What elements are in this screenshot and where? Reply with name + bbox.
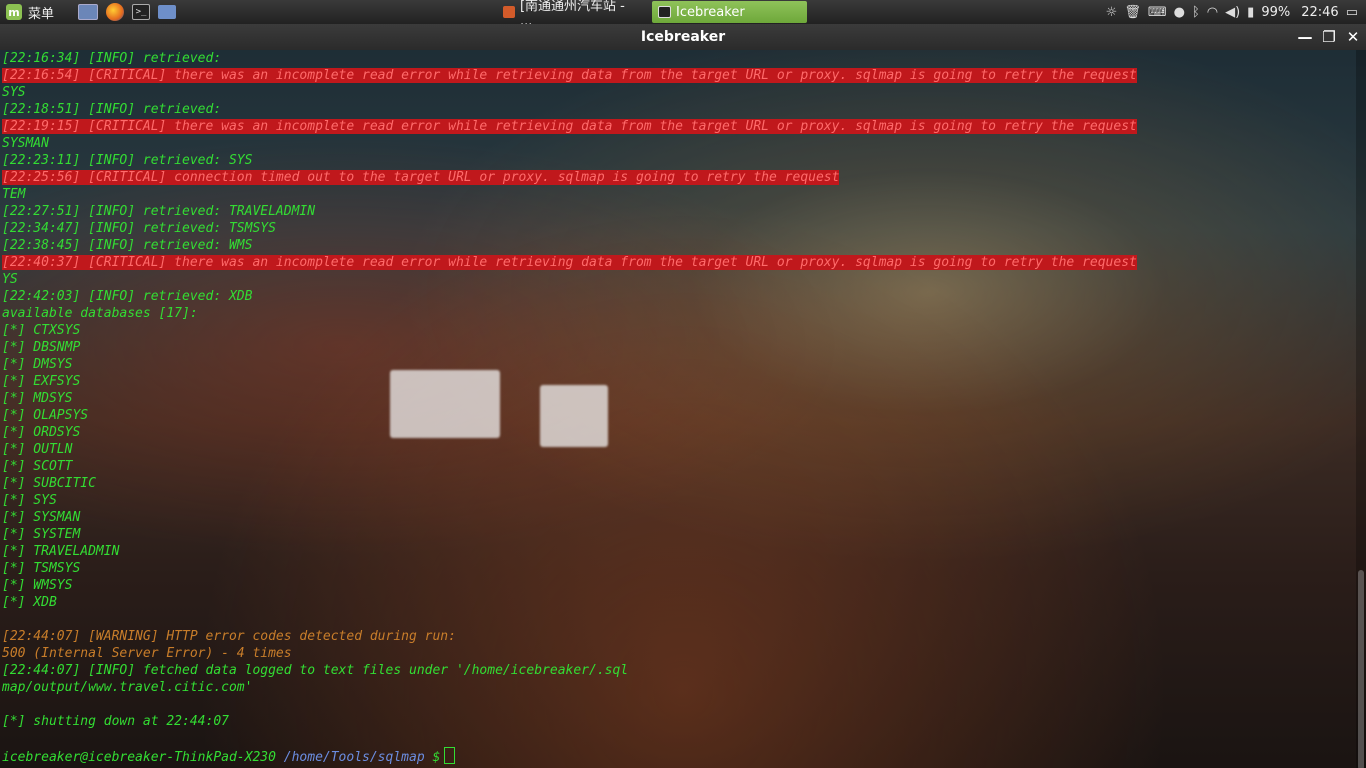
terminal-line: [22:44:07] [INFO] fetched data logged to… (2, 663, 629, 678)
terminal-line: [22:16:34] [INFO] retrieved: (2, 51, 229, 66)
terminal-line: [*] TRAVELADMIN (2, 544, 120, 559)
terminal-line: [*] CTXSYS (2, 323, 81, 338)
critical-message: [22:40:37] [CRITICAL] there was an incom… (2, 255, 1137, 270)
terminal-line: 500 (Internal Server Error) - 4 times (2, 646, 292, 661)
terminal-line: SYS (2, 85, 26, 100)
system-tray: ☼ 🗑 ⌨ ● ᛒ ◠ ◀) ▮ 99% 22:46 ▭ (1106, 0, 1358, 24)
top-panel: m 菜单 >_ [南通通州汽车站 - ... Icebreaker ☼ 🗑 ⌨ … (0, 0, 1366, 29)
scrollbar[interactable] (1356, 50, 1366, 768)
terminal-line: [*] SUBCITIC (2, 476, 96, 491)
prompt-user: icebreaker@icebreaker-ThinkPad-X230 (2, 750, 276, 765)
brightness-icon[interactable]: ☼ (1106, 5, 1118, 20)
bluetooth-icon[interactable]: ᛒ (1192, 5, 1200, 20)
critical-message: [22:19:15] [CRITICAL] there was an incom… (2, 119, 1137, 134)
terminal-line: [22:23:11] [INFO] retrieved: SYS (2, 153, 253, 168)
terminal-line: [*] WMSYS (2, 578, 73, 593)
critical-message: [22:16:54] [CRITICAL] there was an incom… (2, 68, 1137, 83)
terminal-line: [*] shutting down at 22:44:07 (2, 714, 229, 729)
terminal-line: [22:38:45] [INFO] retrieved: WMS (2, 238, 253, 253)
menu-label: 菜单 (28, 6, 55, 22)
window-title: Icebreaker (640, 29, 726, 45)
terminal-line: [22:40:37] [CRITICAL] there was an incom… (2, 254, 1356, 271)
wifi-icon[interactable]: ◠ (1207, 5, 1218, 20)
close-icon[interactable]: ✕ (1344, 28, 1362, 46)
terminal-line: [*] OUTLN (2, 442, 73, 457)
terminal-line: [*] DMSYS (2, 357, 73, 372)
terminal-line: [*] MDSYS (2, 391, 73, 406)
battery-percent: 99% (1261, 4, 1291, 20)
firefox-icon[interactable] (106, 3, 125, 21)
terminal-line: TEM (2, 187, 26, 202)
scrollbar-thumb[interactable] (1358, 570, 1364, 768)
terminal-line: [22:42:03] [INFO] retrieved: XDB (2, 289, 253, 304)
terminal-line: [*] XDB (2, 595, 57, 610)
clock[interactable]: 22:46 (1301, 5, 1338, 20)
menu-button[interactable]: m 菜单 (0, 0, 60, 24)
maximize-icon[interactable]: ❐ (1320, 28, 1338, 46)
terminal-line: [*] SYS (2, 493, 57, 508)
terminal-line: [22:19:15] [CRITICAL] there was an incom… (2, 118, 1356, 135)
terminal-line: [*] EXFSYS (2, 374, 81, 389)
cursor (444, 747, 456, 764)
critical-message: [22:25:56] [CRITICAL] connection timed o… (2, 170, 840, 185)
terminal-line: [*] SCOTT (2, 459, 73, 474)
terminal-output[interactable]: [22:16:34] [INFO] retrieved: [22:16:54] … (0, 50, 1356, 768)
minimize-icon[interactable]: — (1296, 28, 1314, 46)
mint-logo-icon: m (6, 4, 22, 20)
terminal-line: [*] ORDSYS (2, 425, 81, 440)
window-titlebar[interactable]: Icebreaker — ❐ ✕ (0, 24, 1366, 50)
battery-icon[interactable]: ▮ (1247, 5, 1254, 20)
terminal-line: map/output/www.travel.citic.com' (2, 680, 253, 695)
task-label: Icebreaker (676, 4, 745, 20)
prompt-path: /home/Tools/sqlmap (283, 750, 425, 765)
terminal-icon (658, 6, 671, 18)
trash-icon[interactable]: 🗑 (1124, 5, 1141, 20)
terminal-line: YS (2, 272, 18, 287)
terminal-line: [*] OLAPSYS (2, 408, 89, 423)
folder-icon[interactable] (158, 5, 177, 19)
volume-icon[interactable]: ◀) (1225, 5, 1240, 20)
user-icon[interactable]: ● (1174, 5, 1185, 20)
terminal-line: [22:25:56] [CRITICAL] connection timed o… (2, 169, 1356, 186)
keyboard-icon[interactable]: ⌨ (1148, 5, 1167, 20)
prompt-symbol: $ (432, 750, 441, 765)
terminal-line: available databases [17]: (2, 306, 198, 321)
task-browser[interactable]: [南通通州汽车站 - ... (497, 0, 647, 29)
terminal-line: [*] SYSMAN (2, 510, 81, 525)
terminal-line: [22:18:51] [INFO] retrieved: (2, 102, 229, 117)
prompt-line[interactable]: icebreaker@icebreaker-ThinkPad-X230 /hom… (2, 747, 1356, 765)
browser-icon (503, 6, 515, 18)
terminal-line: SYSMAN (2, 136, 49, 151)
terminal-line: [*] TSMSYS (2, 561, 81, 576)
terminal-launcher-icon[interactable]: >_ (132, 4, 151, 20)
task-terminal[interactable]: Icebreaker (652, 1, 807, 23)
notifications-icon[interactable]: ▭ (1346, 5, 1358, 20)
terminal-line: [22:27:51] [INFO] retrieved: TRAVELADMIN (2, 204, 316, 219)
terminal-line: [22:34:47] [INFO] retrieved: TSMSYS (2, 221, 276, 236)
terminal-line: [*] SYSTEM (2, 527, 81, 542)
terminal-line: [22:16:54] [CRITICAL] there was an incom… (2, 67, 1356, 84)
terminal-line: [*] DBSNMP (2, 340, 81, 355)
terminal-line: [22:44:07] [WARNING] HTTP error codes de… (2, 629, 456, 644)
show-desktop-icon[interactable] (78, 4, 99, 20)
taskbar: [南通通州汽车站 - ... Icebreaker (497, 0, 807, 29)
